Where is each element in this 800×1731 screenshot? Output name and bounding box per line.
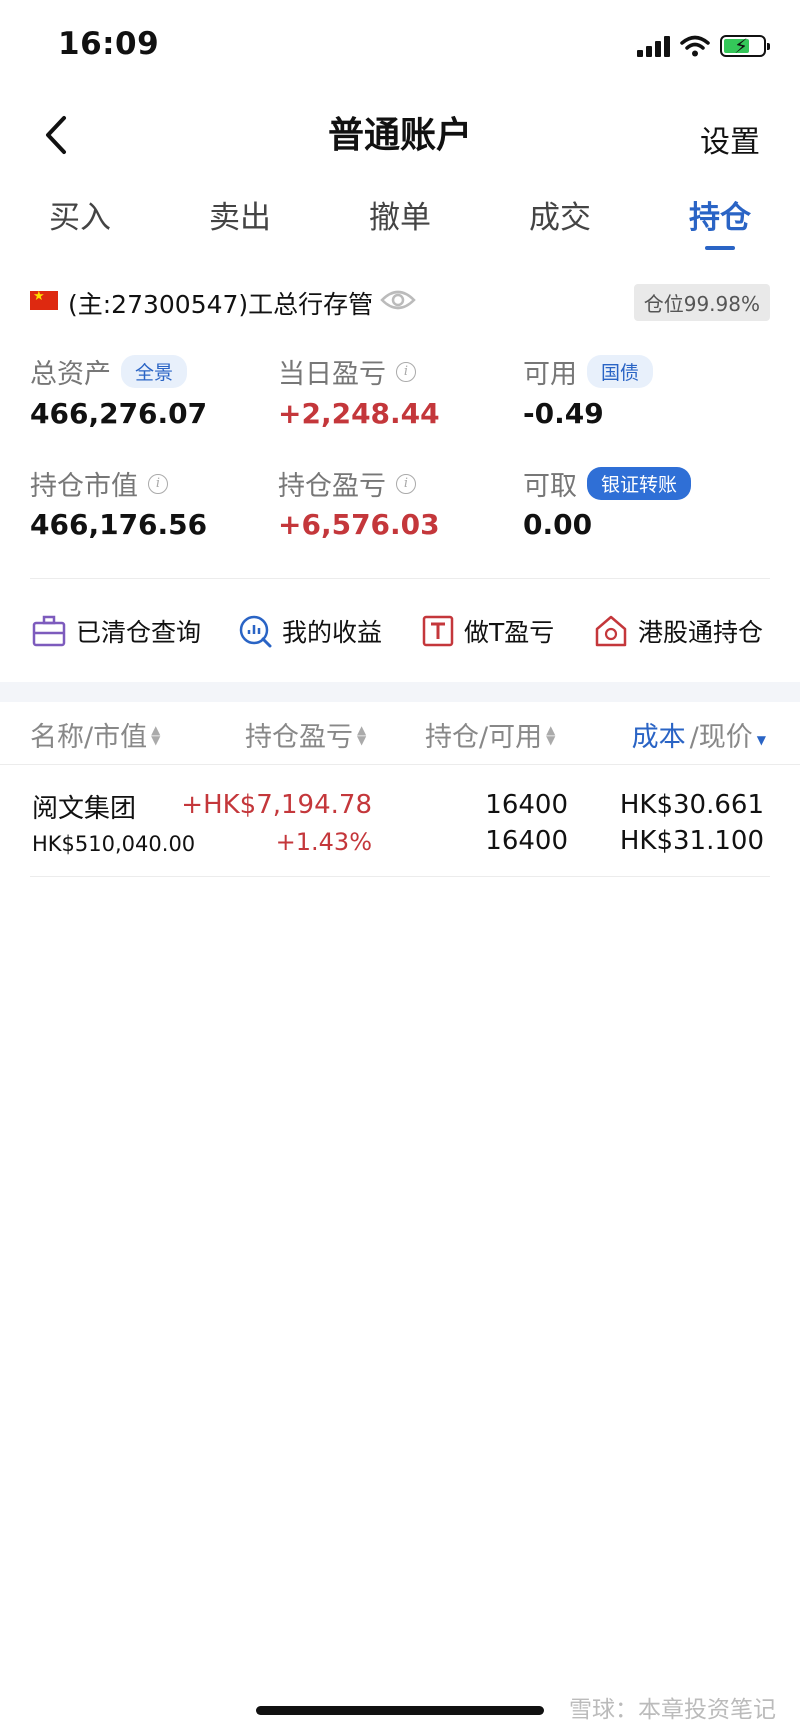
tab-sell[interactable]: 卖出 [160, 192, 320, 250]
sort-desc-icon: ▲ ▼ [756, 722, 766, 747]
market-value-label-group: 持仓市值 i [30, 464, 168, 503]
status-icons: ⚡ [637, 32, 770, 60]
hk-connect-button[interactable]: 港股通持仓 [594, 613, 763, 649]
section-gap [0, 682, 800, 702]
column-header-price-label: /现价 [689, 722, 753, 753]
stock-pnl-percent: +1.43% [275, 828, 372, 856]
column-header-pnl-label: 持仓盈亏 [245, 722, 353, 753]
total-assets-value: 466,276.07 [30, 397, 208, 430]
withdrawable-label-group: 可取 银证转账 [523, 464, 692, 503]
row-divider [30, 876, 770, 877]
daily-pnl-label-group: 当日盈亏 i [278, 352, 416, 391]
sort-icon: ▲ ▼ [151, 722, 161, 747]
column-header-cost-label: 成本 [631, 722, 686, 753]
settings-button[interactable]: 设置 [700, 117, 760, 161]
column-header-qty[interactable]: 持仓/可用 ▲ ▼ [425, 715, 555, 754]
withdrawable-label: 可取 [523, 471, 577, 502]
tab-active-indicator [705, 246, 735, 250]
total-assets-label-group: 总资产 全景 [30, 352, 188, 391]
trade-tabs: 买入 卖出 撤单 成交 持仓 [0, 192, 800, 250]
position-pnl-value: +6,576.03 [278, 508, 440, 541]
info-icon[interactable]: i [148, 473, 168, 494]
stock-market-value: HK$510,040.00 [32, 832, 196, 856]
t-box-icon [422, 615, 454, 647]
cleared-positions-label: 已清仓查询 [76, 618, 202, 647]
watermark-text: 雪球：本章投资笔记 [569, 1697, 776, 1723]
total-assets-label: 总资产 [30, 359, 111, 390]
tab-buy[interactable]: 买入 [0, 192, 160, 250]
wifi-icon [680, 35, 710, 57]
withdrawable-value: 0.00 [523, 508, 593, 541]
my-earnings-label: 我的收益 [282, 618, 383, 647]
position-ratio-badge: 仓位99.98% [633, 284, 770, 321]
column-header-name[interactable]: 名称/市值 ▲ ▼ [30, 715, 160, 754]
battery-icon: ⚡ [720, 34, 770, 58]
hk-connect-label: 港股通持仓 [638, 618, 764, 647]
available-label: 可用 [523, 359, 577, 390]
info-icon[interactable]: i [396, 361, 416, 382]
treasury-chip[interactable]: 国债 [587, 355, 654, 388]
position-pnl-label: 持仓盈亏 [278, 471, 386, 502]
cleared-positions-button[interactable]: 已清仓查询 [32, 613, 201, 649]
available-value: -0.49 [523, 397, 604, 430]
tab-positions-label: 持仓 [689, 200, 751, 236]
tab-positions[interactable]: 持仓 [640, 192, 800, 250]
daily-pnl-label: 当日盈亏 [278, 359, 386, 390]
info-icon[interactable]: i [396, 473, 416, 494]
tab-deals[interactable]: 成交 [480, 192, 640, 250]
table-row[interactable]: 阅文集团 HK$510,040.00 +HK$7,194.78 +1.43% 1… [0, 780, 800, 876]
status-time: 16:09 [58, 26, 160, 62]
daily-pnl-value: +2,248.44 [278, 397, 440, 430]
account-name[interactable]: (主:27300547)工总行存管 [68, 285, 373, 321]
table-header-divider [0, 764, 800, 765]
available-label-group: 可用 国债 [523, 352, 654, 391]
house-flower-icon [595, 615, 627, 647]
position-pnl-label-group: 持仓盈亏 i [278, 464, 416, 503]
section-divider [30, 578, 770, 579]
stock-quantity: 16400 [485, 790, 568, 820]
sort-icon: ▲ ▼ [357, 722, 367, 747]
column-header-name-label: 名称/市值 [30, 722, 148, 753]
t-trade-pnl-label: 做T盈亏 [464, 618, 555, 647]
market-value-value: 466,176.56 [30, 508, 208, 541]
stock-price: HK$31.100 [619, 826, 764, 856]
eye-icon[interactable] [380, 288, 416, 312]
chart-search-icon [239, 615, 272, 648]
column-header-qty-label: 持仓/可用 [425, 722, 543, 753]
column-header-cost[interactable]: 成本/现价 ▲ ▼ [632, 715, 766, 754]
china-flag-icon: ★ [30, 289, 58, 310]
briefcase-icon [32, 615, 66, 647]
cellular-signal-icon [637, 35, 670, 57]
stock-available: 16400 [485, 826, 568, 856]
market-value-label: 持仓市值 [30, 471, 138, 502]
stock-cost: HK$30.661 [619, 790, 764, 820]
bank-transfer-button[interactable]: 银证转账 [587, 467, 692, 500]
stock-name: 阅文集团 [32, 794, 137, 824]
overview-chip[interactable]: 全景 [121, 355, 188, 388]
my-earnings-button[interactable]: 我的收益 [238, 613, 382, 649]
home-indicator[interactable] [256, 1706, 544, 1715]
sort-icon: ▲ ▼ [546, 722, 556, 747]
tab-cancel[interactable]: 撤单 [320, 192, 480, 250]
t-trade-pnl-button[interactable]: 做T盈亏 [422, 613, 554, 649]
page-title: 普通账户 [327, 115, 472, 156]
stock-pnl: +HK$7,194.78 [181, 790, 372, 820]
column-header-pnl[interactable]: 持仓盈亏 ▲ ▼ [245, 715, 366, 754]
